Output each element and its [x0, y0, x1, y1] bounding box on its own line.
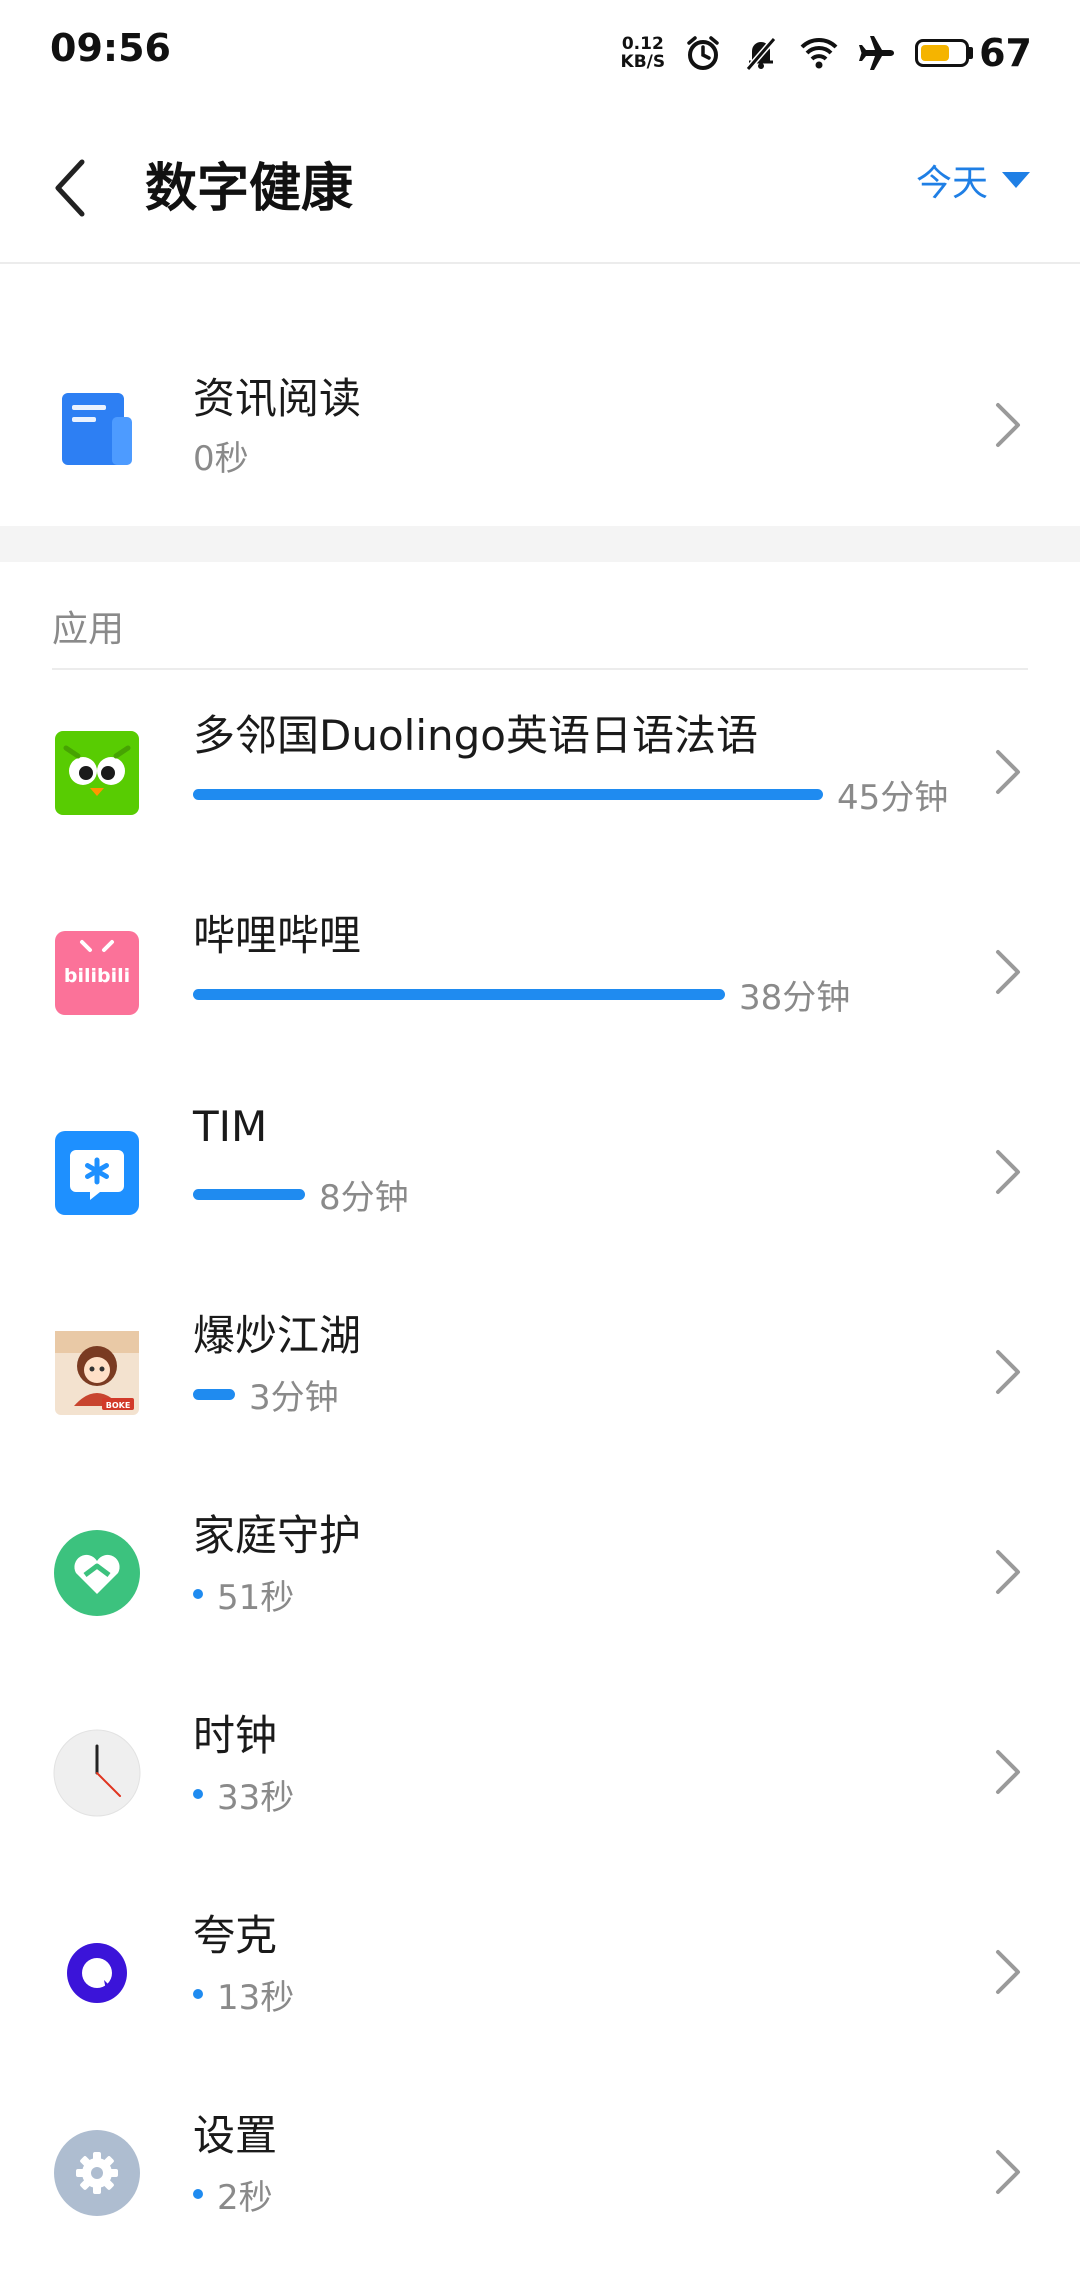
section-divider [0, 526, 1080, 562]
page-title: 数字健康 [145, 159, 354, 219]
usage-time: 2秒 [217, 2177, 273, 2218]
mute-bell-icon [745, 37, 777, 71]
app-usage: 2秒 [193, 2172, 273, 2218]
usage-bar [193, 988, 725, 1000]
usage-dot [193, 1989, 203, 1999]
tim-icon [55, 1131, 139, 1215]
app-name: TIM [193, 1102, 268, 1151]
family-guard-icon [54, 1530, 140, 1616]
app-name: 爆炒江湖 [193, 1311, 362, 1360]
chevron-right-icon [996, 2150, 1020, 2194]
quark-icon [67, 1943, 127, 2003]
date-range-label: 今天 [915, 163, 988, 204]
chevron-right-icon [996, 1350, 1020, 1394]
usage-time: 51秒 [217, 1577, 295, 1618]
app-row-baochao-jianghu[interactable]: BOKE 爆炒江湖 3分钟 [0, 1272, 1080, 1472]
app-usage: 45分钟 [193, 772, 949, 818]
chevron-right-icon [996, 1750, 1020, 1794]
app-usage: 38分钟 [193, 972, 851, 1018]
app-name: 家庭守护 [193, 1511, 362, 1560]
usage-bar [193, 1188, 305, 1200]
usage-bar [193, 788, 823, 800]
app-name: 时钟 [193, 1711, 278, 1760]
news-reading-icon [62, 393, 132, 465]
app-row-quark[interactable]: 夸克 13秒 [0, 1872, 1080, 2072]
usage-time: 38分钟 [739, 977, 851, 1018]
clock-icon [53, 1729, 141, 1817]
wifi-icon [800, 37, 838, 69]
status-time: 09:56 [50, 26, 171, 70]
usage-dot [193, 1789, 203, 1799]
app-row-tim[interactable]: TIM 8分钟 [0, 1072, 1080, 1272]
app-name: 哔哩哔哩 [193, 911, 362, 960]
baochao-jianghu-icon: BOKE [55, 1331, 139, 1415]
bilibili-logo-text: bilibili [64, 965, 130, 987]
chevron-right-icon [996, 950, 1020, 994]
usage-time: 45分钟 [837, 777, 949, 818]
usage-time: 33秒 [217, 1777, 295, 1818]
usage-time: 13秒 [217, 1977, 295, 2018]
chevron-right-icon [996, 1150, 1020, 1194]
app-header: 数字健康 今天 [0, 110, 1080, 264]
battery-indicator: 67 [915, 31, 1032, 75]
usage-time: 3分钟 [249, 1377, 339, 1418]
app-row-duolingo[interactable]: 多邻国Duolingo英语日语法语 45分钟 [0, 672, 1080, 872]
chevron-right-icon [996, 750, 1020, 794]
news-reading-label: 资讯阅读 [193, 374, 362, 423]
date-range-dropdown[interactable]: 今天 [916, 154, 1030, 206]
usage-time: 8分钟 [319, 1177, 409, 1218]
usage-time: 0秒 [193, 438, 249, 479]
chevron-right-icon [996, 1550, 1020, 1594]
duolingo-icon [55, 731, 139, 815]
app-row-settings[interactable]: 设置 2秒 [0, 2072, 1080, 2272]
app-usage: 3分钟 [193, 1372, 339, 1418]
network-speed: 0.12 KB/S [620, 34, 666, 72]
app-row-bilibili[interactable]: bilibili 哔哩哔哩 38分钟 [0, 872, 1080, 1072]
app-name: 多邻国Duolingo英语日语法语 [193, 711, 758, 760]
bilibili-icon: bilibili [55, 931, 139, 1015]
chevron-right-icon [996, 403, 1020, 447]
app-name: 夸克 [193, 1911, 278, 1960]
caret-down-icon [1002, 172, 1030, 188]
divider [52, 668, 1028, 670]
app-usage: 13秒 [193, 1972, 295, 2018]
news-reading-usage: 0秒 [193, 433, 249, 479]
baochao-logo-text: BOKE [106, 1401, 131, 1410]
settings-icon [54, 2130, 140, 2216]
section-title-apps: 应用 [52, 609, 125, 650]
chevron-right-icon [996, 1950, 1020, 1994]
app-usage: 33秒 [193, 1772, 295, 1818]
app-usage: 51秒 [193, 1572, 295, 1618]
app-name: 设置 [193, 2111, 278, 2160]
news-reading-row[interactable]: 资讯阅读 0秒 [0, 325, 1080, 525]
status-bar: 09:56 0.12 KB/S 67 [0, 0, 1080, 110]
usage-dot [193, 2189, 203, 2199]
app-usage: 8分钟 [193, 1172, 409, 1218]
battery-icon [915, 39, 970, 67]
status-icons: 0.12 KB/S 67 [621, 28, 1032, 78]
app-row-clock[interactable]: 时钟 33秒 [0, 1672, 1080, 1872]
app-row-family-guard[interactable]: 家庭守护 51秒 [0, 1472, 1080, 1672]
usage-dot [193, 1589, 203, 1599]
alarm-icon [687, 36, 719, 70]
back-button[interactable] [40, 148, 110, 228]
battery-level: 67 [979, 31, 1032, 75]
airplane-mode-icon [859, 36, 895, 70]
usage-bar [193, 1388, 235, 1400]
